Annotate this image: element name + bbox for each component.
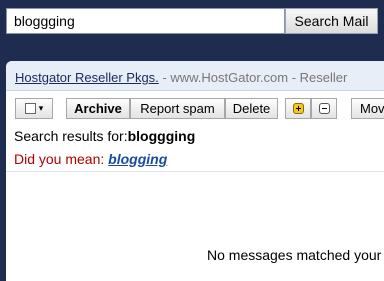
ad-title-link[interactable]: Hostgator Reseller Pkgs. [15,70,159,85]
plus-icon [292,103,304,114]
ad-separator: - [158,70,171,85]
sponsored-bar: Hostgator Reseller Pkgs. - www.HostGator… [6,61,384,91]
ad-domain: www.HostGator.com - Reseller [170,70,348,85]
chevron-down-icon: ▾ [38,103,44,113]
select-dropdown[interactable]: ▾ [15,98,53,119]
action-toolbar: ▾ Archive Report spam Delete Mov [6,91,384,121]
divider [6,171,384,172]
did-you-mean-prefix: Did you mean: [14,151,109,167]
remove-button[interactable] [311,98,337,119]
did-you-mean: Did you mean: blogging [14,151,167,167]
search-results-line: Search results for:bloggging [14,128,195,144]
no-messages-text: No messages matched your [207,247,382,263]
search-input[interactable] [6,8,285,34]
move-to-button[interactable]: Mov [351,98,384,119]
add-star-button[interactable] [285,98,311,119]
archive-button[interactable]: Archive [66,98,130,119]
search-mail-button[interactable]: Search Mail [285,8,378,34]
checkbox-icon [24,103,36,114]
delete-button[interactable]: Delete [225,98,278,119]
results-query: bloggging [127,128,196,144]
minus-icon [318,103,330,114]
report-spam-button[interactable]: Report spam [130,98,225,119]
results-prefix: Search results for: [14,128,128,144]
suggestion-link[interactable]: blogging [108,151,167,167]
